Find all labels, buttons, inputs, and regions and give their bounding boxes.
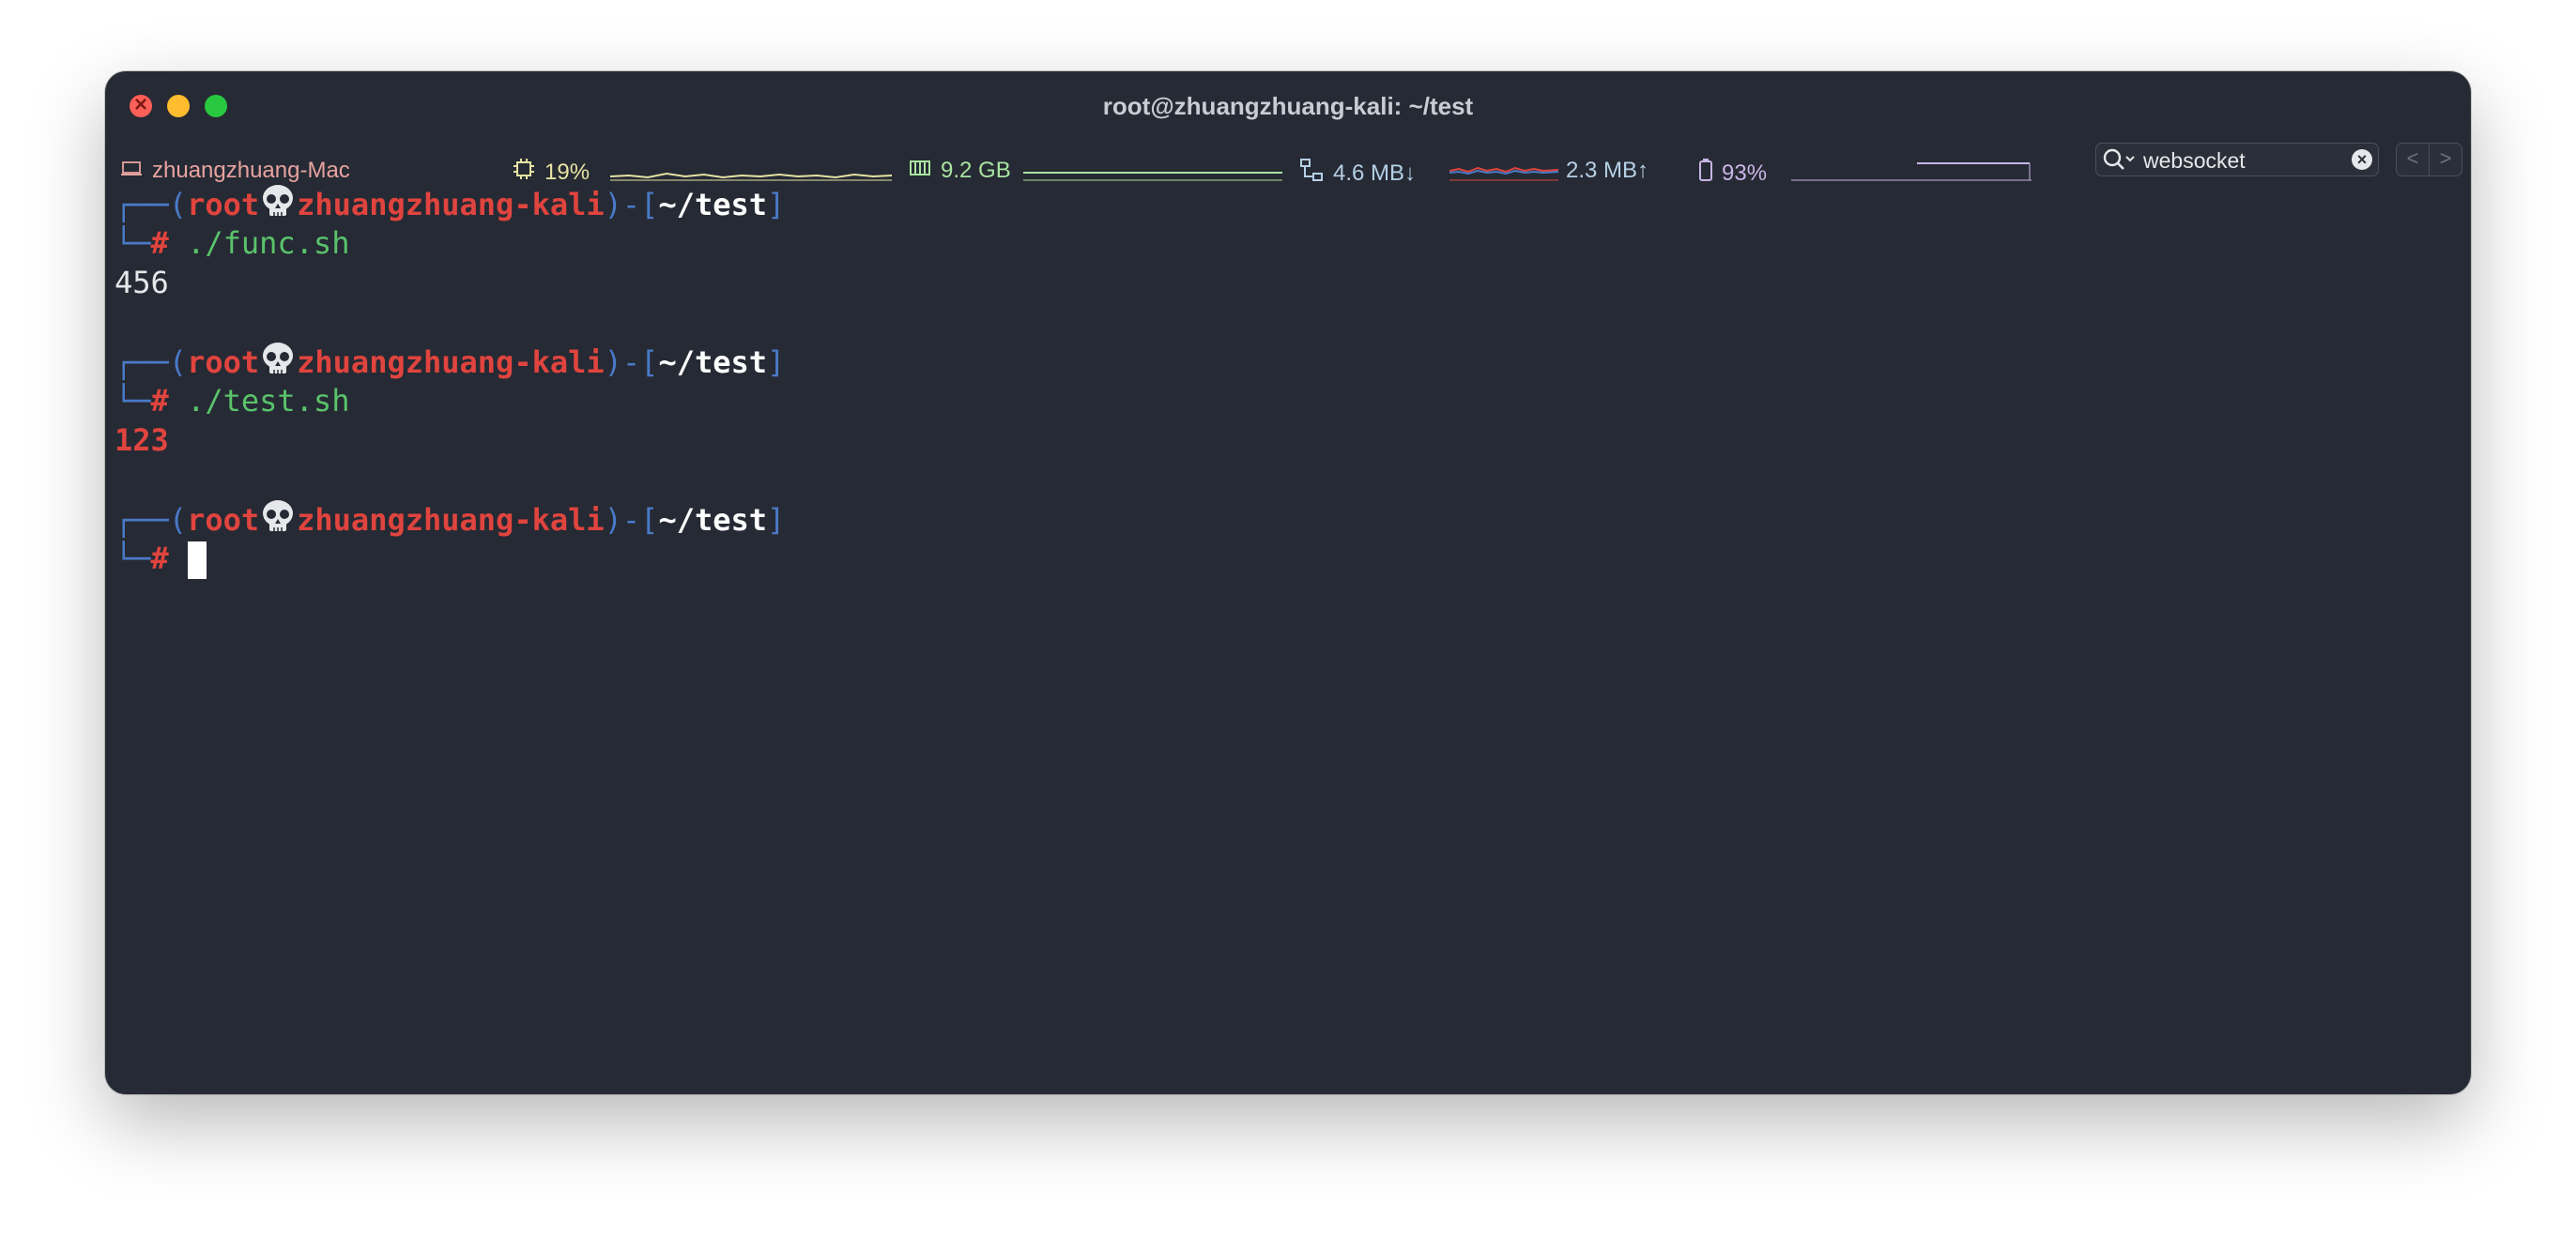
prompt-symbol: #: [150, 225, 169, 261]
memory-usage: 9.2 GB: [941, 158, 1011, 183]
command-line: └─# ./test.sh: [115, 383, 350, 419]
prompt-path: ~/test: [658, 187, 768, 222]
prompt-line: ┌──(root zhuangzhuang-kali)-[~/test]: [115, 184, 785, 223]
cpu-status: 19%: [513, 158, 590, 187]
prompt-user: root: [187, 344, 260, 380]
find-bar[interactable]: ×: [2095, 143, 2379, 176]
battery-status: 93%: [1699, 158, 1767, 189]
skull-icon: [261, 342, 295, 387]
search-icon[interactable]: [2102, 147, 2138, 176]
cpu-icon: [513, 158, 535, 187]
title-bar[interactable]: root@zhuangzhuang-kali: ~/test: [105, 71, 2471, 143]
command-output: 123: [115, 422, 169, 458]
skull-icon: [261, 499, 295, 544]
cpu-sparkline: [610, 172, 892, 181]
network-icon: [1299, 158, 1324, 189]
find-previous-button[interactable]: <: [2396, 143, 2430, 176]
terminal-window: root@zhuangzhuang-kali: ~/test zhuangzhu…: [105, 71, 2471, 1094]
command-line[interactable]: └─#: [115, 539, 207, 579]
network-download: 4.6 MB↓: [1333, 160, 1417, 186]
command-line: └─# ./func.sh: [115, 225, 350, 261]
prompt-path: ~/test: [658, 502, 768, 538]
prompt-host: zhuangzhuang-kali: [297, 187, 605, 222]
prompt-host: zhuangzhuang-kali: [297, 502, 605, 538]
host-name: zhuangzhuang-Mac: [152, 158, 350, 183]
window-title: root@zhuangzhuang-kali: ~/test: [1102, 92, 1474, 120]
prompt-symbol: #: [150, 541, 169, 576]
find-next-button[interactable]: >: [2429, 143, 2462, 176]
prompt-host: zhuangzhuang-kali: [297, 344, 605, 380]
prompt-user: root: [187, 187, 260, 222]
memory-status: 9.2 GB: [909, 158, 1011, 184]
prompt-line: ┌──(root zhuangzhuang-kali)-[~/test]: [115, 342, 785, 381]
command-text: ./test.sh: [187, 383, 350, 419]
network-upload: 2.3 MB↑: [1566, 158, 1649, 183]
prompt-path: ~/test: [658, 344, 768, 380]
network-sparkline: [1449, 166, 1558, 181]
search-input[interactable]: [2141, 146, 2342, 175]
network-down-status: 4.6 MB↓: [1299, 158, 1416, 189]
cpu-usage: 19%: [544, 159, 590, 185]
network-up-status: 2.3 MB↑: [1566, 158, 1648, 184]
battery-icon: [1699, 158, 1712, 189]
battery-level: 93%: [1722, 160, 1768, 186]
command-output: 456: [115, 265, 169, 300]
laptop-icon: [120, 158, 143, 184]
battery-sparkline: [1791, 162, 2032, 181]
prompt-symbol: #: [150, 383, 169, 419]
prompt-line: ┌──(root zhuangzhuang-kali)-[~/test]: [115, 499, 785, 539]
skull-icon: [261, 184, 295, 229]
memory-sparkline: [1023, 172, 1282, 181]
host-status: zhuangzhuang-Mac: [120, 158, 350, 184]
prompt-user: root: [187, 502, 260, 538]
memory-icon: [909, 158, 931, 184]
clear-search-icon[interactable]: ×: [2352, 149, 2372, 170]
text-cursor[interactable]: [187, 541, 207, 579]
command-text: ./func.sh: [187, 225, 350, 261]
